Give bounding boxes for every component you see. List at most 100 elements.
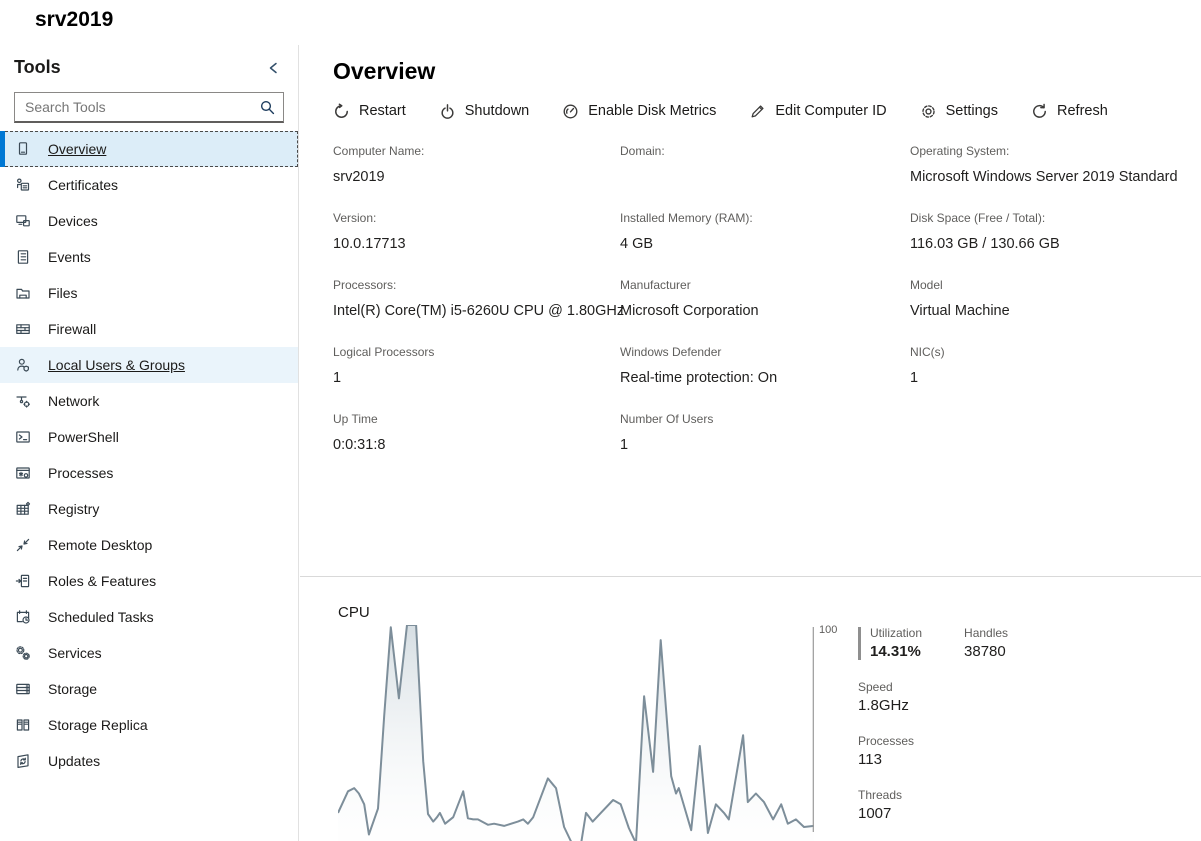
updates-icon bbox=[15, 753, 31, 769]
sidebar-item-powershell[interactable]: PowerShell bbox=[0, 419, 298, 455]
overview-info-grid: Computer Name:srv2019Domain:Operating Sy… bbox=[333, 144, 1201, 453]
powershell-icon bbox=[15, 429, 31, 445]
field-value: 10.0.17713 bbox=[333, 236, 620, 252]
sidebar-item-label: Devices bbox=[48, 213, 98, 229]
stat-label: Handles bbox=[964, 626, 1008, 640]
sidebar-item-events[interactable]: Events bbox=[0, 239, 298, 275]
scheduled-tasks-icon bbox=[15, 609, 31, 625]
sidebar-item-label: Registry bbox=[48, 501, 99, 517]
stat-value: 1.8GHz bbox=[858, 697, 922, 714]
sidebar-item-label: Overview bbox=[48, 141, 106, 157]
sidebar-item-local-users-groups[interactable]: Local Users & Groups bbox=[0, 347, 298, 383]
stat-value: 14.31% bbox=[870, 643, 922, 660]
page-title: Overview bbox=[333, 58, 1201, 85]
sidebar-item-label: Certificates bbox=[48, 177, 118, 193]
sidebar-item-files[interactable]: Files bbox=[0, 275, 298, 311]
stat-label: Speed bbox=[858, 680, 922, 694]
info-field: ManufacturerMicrosoft Corporation bbox=[620, 278, 910, 319]
field-label: Processors: bbox=[333, 278, 620, 292]
pencil-icon bbox=[749, 103, 766, 120]
sidebar-item-label: Roles & Features bbox=[48, 573, 156, 589]
stat-value: 1007 bbox=[858, 805, 922, 822]
sidebar-item-network[interactable]: Network bbox=[0, 383, 298, 419]
sidebar-item-roles-features[interactable]: Roles & Features bbox=[0, 563, 298, 599]
sidebar-item-label: PowerShell bbox=[48, 429, 119, 445]
info-field: Domain: bbox=[620, 144, 910, 185]
info-field: Up Time0:0:31:8 bbox=[333, 412, 620, 453]
window: srv2019 Tools Overview Certificates Device… bbox=[0, 0, 1201, 841]
sidebar-item-processes[interactable]: Processes bbox=[0, 455, 298, 491]
toolbar: Restart Shutdown Enable Disk Metrics Edi… bbox=[333, 100, 1201, 122]
shutdown-button[interactable]: Shutdown bbox=[439, 100, 530, 122]
sidebar-item-overview[interactable]: Overview bbox=[0, 131, 298, 167]
field-label: Number Of Users bbox=[620, 412, 910, 426]
network-icon bbox=[15, 393, 31, 409]
sidebar-item-label: Files bbox=[48, 285, 78, 301]
stat-handles: Handles 38780 bbox=[964, 626, 1008, 660]
stat-threads: Threads 1007 bbox=[858, 788, 922, 822]
sidebar-item-label: Network bbox=[48, 393, 99, 409]
sidebar-item-firewall[interactable]: Firewall bbox=[0, 311, 298, 347]
storage-icon bbox=[15, 681, 31, 697]
registry-icon bbox=[15, 501, 31, 517]
stat-value: 38780 bbox=[964, 643, 1008, 660]
field-label: Logical Processors bbox=[333, 345, 620, 359]
sidebar-collapse-button[interactable] bbox=[264, 58, 284, 78]
button-label: Refresh bbox=[1057, 102, 1108, 120]
enable-disk-metrics-button[interactable]: Enable Disk Metrics bbox=[562, 100, 716, 122]
sidebar-item-certificates[interactable]: Certificates bbox=[0, 167, 298, 203]
info-field: NIC(s)1 bbox=[910, 345, 1201, 386]
utilization-bar bbox=[858, 627, 861, 660]
performance-panel: CPU 100 Utilization bbox=[300, 577, 1201, 841]
field-label: Computer Name: bbox=[333, 144, 620, 158]
info-field: Version: 10.0.17713 bbox=[333, 211, 620, 252]
sidebar-item-services[interactable]: Services bbox=[0, 635, 298, 671]
tools-sidebar: Tools Overview Certificates Devices Events F… bbox=[0, 45, 299, 841]
sidebar-item-remote-desktop[interactable]: Remote Desktop bbox=[0, 527, 298, 563]
sidebar-item-storage[interactable]: Storage bbox=[0, 671, 298, 707]
sidebar-item-registry[interactable]: Registry bbox=[0, 491, 298, 527]
settings-button[interactable]: Settings bbox=[920, 100, 998, 122]
field-value: 1 bbox=[910, 370, 1201, 386]
main-content: Overview Restart Shutdown Enable Disk Me… bbox=[300, 45, 1201, 841]
stat-label: Threads bbox=[858, 788, 922, 802]
sidebar-item-label: Updates bbox=[48, 753, 100, 769]
sidebar-item-devices[interactable]: Devices bbox=[0, 203, 298, 239]
field-value: 1 bbox=[333, 370, 620, 386]
stat-label: Processes bbox=[858, 734, 922, 748]
field-value: Intel(R) Core(TM) i5-6260U CPU @ 1.80GHz bbox=[333, 303, 620, 319]
sidebar-item-label: Storage bbox=[48, 681, 97, 697]
sidebar-item-storage-replica[interactable]: Storage Replica bbox=[0, 707, 298, 743]
files-icon bbox=[15, 285, 31, 301]
tools-title: Tools bbox=[14, 57, 61, 78]
refresh-button[interactable]: Refresh bbox=[1031, 100, 1108, 122]
roles-features-icon bbox=[15, 573, 31, 589]
info-field: Disk Space (Free / Total):116.03 GB / 13… bbox=[910, 211, 1201, 252]
sidebar-item-label: Firewall bbox=[48, 321, 96, 337]
info-field: ModelVirtual Machine bbox=[910, 278, 1201, 319]
overview-icon bbox=[15, 141, 31, 157]
sidebar-item-updates[interactable]: Updates bbox=[0, 743, 298, 779]
search-tools bbox=[14, 92, 284, 123]
sidebar-item-label: Scheduled Tasks bbox=[48, 609, 154, 625]
field-label: Model bbox=[910, 278, 1201, 292]
field-label: Installed Memory (RAM): bbox=[620, 211, 910, 225]
field-value: 0:0:31:8 bbox=[333, 437, 620, 453]
search-icon[interactable] bbox=[259, 99, 276, 116]
sidebar-item-label: Events bbox=[48, 249, 91, 265]
field-value: Microsoft Corporation bbox=[620, 303, 910, 319]
restart-button[interactable]: Restart bbox=[333, 100, 406, 122]
search-input[interactable] bbox=[14, 92, 284, 123]
sidebar-item-label: Storage Replica bbox=[48, 717, 148, 733]
gauge-icon bbox=[562, 103, 579, 120]
field-value: Microsoft Windows Server 2019 Standard bbox=[910, 169, 1201, 185]
host-title: srv2019 bbox=[35, 8, 113, 32]
edit-computer-id-button[interactable]: Edit Computer ID bbox=[749, 100, 886, 122]
sidebar-item-scheduled-tasks[interactable]: Scheduled Tasks bbox=[0, 599, 298, 635]
field-label: Version: bbox=[333, 211, 620, 225]
devices-icon bbox=[15, 213, 31, 229]
info-field: Operating System:Microsoft Windows Serve… bbox=[910, 144, 1201, 185]
info-field: Number Of Users1 bbox=[620, 412, 910, 453]
firewall-icon bbox=[15, 321, 31, 337]
field-value: Real-time protection: On bbox=[620, 370, 910, 386]
